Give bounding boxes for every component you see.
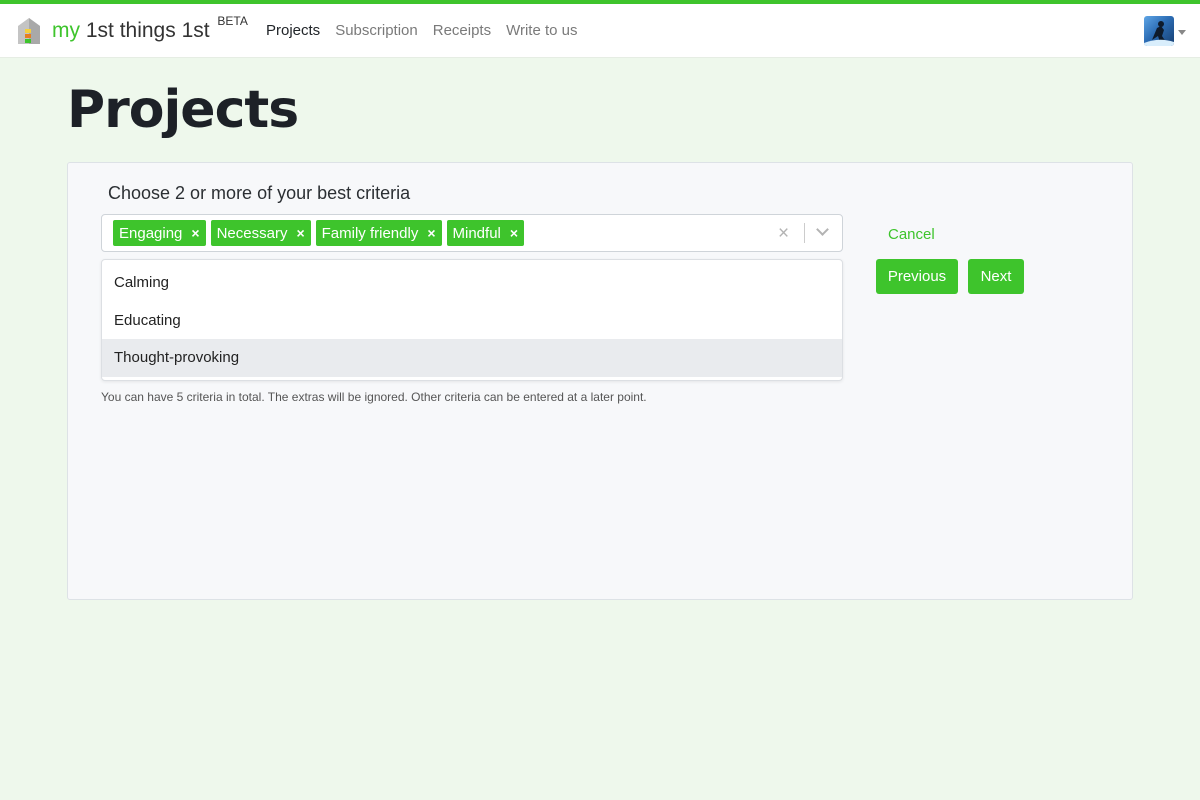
tag-remove-icon[interactable]: × xyxy=(510,225,518,241)
main-nav: Projects Subscription Receipts Write to … xyxy=(266,22,578,39)
tag-label: Mindful xyxy=(452,224,501,242)
criteria-dropdown-menu: Calming Educating Thought-provoking xyxy=(101,259,843,381)
beta-badge: BETA xyxy=(217,14,248,28)
tag-label: Family friendly xyxy=(321,224,419,242)
nav-write-to-us[interactable]: Write to us xyxy=(506,22,577,39)
tag-necessary: Necessary × xyxy=(210,220,311,246)
brand-my: my xyxy=(52,19,80,42)
tag-label: Engaging xyxy=(119,224,183,242)
clear-icon[interactable]: × xyxy=(778,223,789,245)
page-title: Projects xyxy=(67,80,299,140)
navbar: my 1st things 1st BETA Projects Subscrip… xyxy=(0,4,1200,58)
chevron-down-icon[interactable] xyxy=(816,223,829,236)
selected-tags: Engaging × Necessary × Family friendly ×… xyxy=(113,220,525,246)
option-educating[interactable]: Educating xyxy=(102,302,842,340)
brand-title[interactable]: my 1st things 1st BETA xyxy=(52,14,248,43)
caret-down-icon[interactable] xyxy=(1178,30,1186,35)
nav-subscription[interactable]: Subscription xyxy=(335,22,418,39)
nav-projects[interactable]: Projects xyxy=(266,22,320,39)
criteria-card: Choose 2 or more of your best criteria E… xyxy=(67,162,1133,600)
criteria-multiselect[interactable]: Engaging × Necessary × Family friendly ×… xyxy=(101,214,843,252)
tag-remove-icon[interactable]: × xyxy=(427,225,435,241)
user-avatar[interactable] xyxy=(1144,16,1174,46)
tag-engaging: Engaging × xyxy=(113,220,206,246)
previous-button[interactable]: Previous xyxy=(876,259,958,294)
brand-name: 1st things 1st xyxy=(85,19,210,42)
next-button[interactable]: Next xyxy=(968,259,1024,294)
tag-remove-icon[interactable]: × xyxy=(296,225,304,241)
tag-label: Necessary xyxy=(216,224,288,242)
option-calming[interactable]: Calming xyxy=(102,264,842,302)
tag-family-friendly: Family friendly × xyxy=(315,220,442,246)
house-logo-icon[interactable] xyxy=(16,16,42,46)
tag-mindful: Mindful × xyxy=(446,220,525,246)
criteria-label: Choose 2 or more of your best criteria xyxy=(108,183,411,203)
select-separator xyxy=(804,223,805,243)
helper-text: You can have 5 criteria in total. The ex… xyxy=(101,390,647,404)
nav-receipts[interactable]: Receipts xyxy=(433,22,491,39)
tag-remove-icon[interactable]: × xyxy=(191,225,199,241)
option-thought-provoking[interactable]: Thought-provoking xyxy=(102,339,842,377)
cancel-link[interactable]: Cancel xyxy=(888,226,935,243)
